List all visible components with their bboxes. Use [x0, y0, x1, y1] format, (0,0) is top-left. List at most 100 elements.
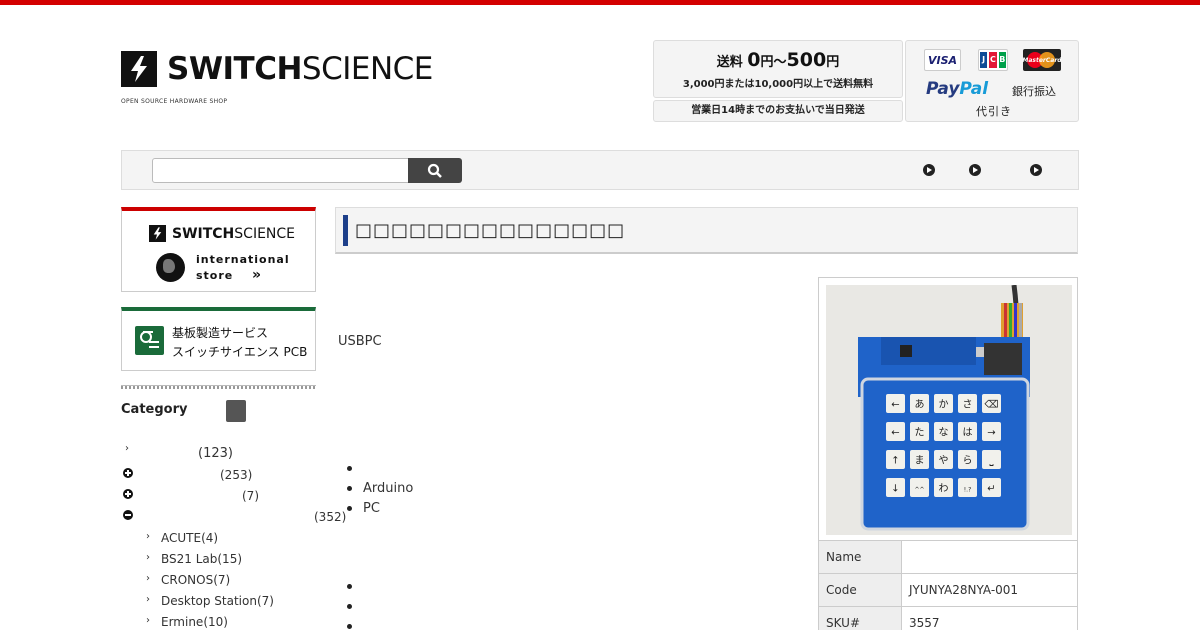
intl-banner-line2: store [196, 269, 234, 282]
category-heading: Category [121, 402, 188, 417]
site-logo[interactable]: SWITCHSCIENCE [121, 51, 433, 87]
keypad-key-label: ^^ [914, 487, 924, 494]
keypad-key-label: わ [939, 483, 949, 495]
shipping-yen: 円 [826, 55, 840, 70]
keypad-key-label: ら [963, 455, 973, 467]
chevron-right-icon: › [146, 531, 150, 542]
lightning-icon [149, 225, 166, 242]
logo-wordmark: SWITCHSCIENCE [167, 51, 433, 87]
keypad-key-label: ← [891, 428, 899, 439]
keypad-key-label: ⎵ [990, 456, 994, 467]
nav-link-2-arrow-icon[interactable] [969, 164, 981, 176]
keypad-key-label: な [939, 427, 949, 439]
chevron-right-icon: › [146, 594, 150, 605]
pcb-service-banner[interactable]: 基板製造サービス スイッチサイエンス PCB [121, 307, 316, 371]
cash-on-delivery-label: 代引き [976, 105, 1012, 118]
shipping-low: 0 [747, 49, 761, 71]
lightning-icon [121, 51, 157, 87]
page-title: □□□□□□□□□□□□□□□ [355, 220, 626, 241]
mastercard-icon: MasterCard [1022, 49, 1062, 71]
shipping-yen-range: 円～ [760, 55, 787, 70]
keypad-key-label: ま [915, 455, 925, 467]
shipping-high: 500 [786, 49, 827, 71]
list-item: PC [363, 501, 380, 516]
chevron-right-icon: › [125, 443, 129, 454]
product-photo: ← あ か さ ⌫ ← た な は → ↑ ま や ら ⎵ ↓ ^^ わ!.? ↵ [826, 285, 1072, 535]
table-row: Code JYUNYA28NYA-001 [818, 573, 1078, 607]
product-title-bar: □□□□□□□□□□□□□□□ [335, 207, 1078, 254]
spec-value: JYUNYA28NYA-001 [901, 573, 1078, 607]
bank-transfer-label: 銀行振込 [1012, 85, 1056, 98]
nav-link-1-arrow-icon[interactable] [923, 164, 935, 176]
paypal-icon: PayPal [926, 79, 989, 99]
list-bullet [347, 624, 352, 629]
collapse-minus-icon[interactable] [123, 510, 133, 520]
expand-plus-icon[interactable] [123, 489, 133, 499]
category-item-count[interactable]: (253) [220, 468, 252, 482]
search-icon [427, 163, 442, 178]
list-bullet [347, 604, 352, 609]
subcategory-item[interactable]: Desktop Station(7) [161, 594, 274, 608]
category-item-count[interactable]: (352) [314, 510, 346, 524]
search-button[interactable] [408, 158, 462, 183]
nav-link-3-arrow-icon[interactable] [1030, 164, 1042, 176]
keypad-key-label: → [987, 428, 995, 439]
product-spec-table: Name Code JYUNYA28NYA-001 SKU# 3557 [818, 540, 1078, 630]
circuit-board-icon [135, 326, 164, 355]
list-bullet [347, 486, 352, 491]
table-row: Name [818, 540, 1078, 574]
chevron-right-icon: › [146, 615, 150, 626]
category-item-count[interactable]: (123) [198, 446, 233, 461]
keypad-key-label: ⌫ [984, 400, 998, 411]
keypad-key-label: ↑ [891, 456, 899, 467]
pcb-banner-line1: 基板製造サービス [172, 326, 269, 340]
pcb-banner-line2: スイッチサイエンス PCB [172, 345, 308, 359]
keypad-key-label: !.? [964, 487, 972, 494]
keypad-key-label: ↵ [987, 484, 995, 495]
keypad-key-label: ← [891, 400, 899, 411]
shipping-prefix: 送料 [716, 55, 743, 70]
list-item: Arduino [363, 481, 414, 496]
spec-key: Code [818, 573, 902, 607]
keypad-device-image: ← あ か さ ⌫ ← た な は → ↑ ま や ら ⎵ ↓ ^^ わ!.? ↵ [826, 285, 1072, 535]
keypad-key-label: た [915, 427, 925, 439]
subcategory-item[interactable]: BS21 Lab(15) [161, 552, 242, 566]
visa-icon: VISA [924, 49, 961, 71]
search-input[interactable] [152, 158, 409, 183]
keypad-key-label: か [939, 399, 949, 411]
intl-banner-line1: international [196, 253, 290, 266]
subcategory-item[interactable]: Ermine(10) [161, 615, 228, 629]
logo-tagline: OPEN SOURCE HARDWARE SHOP [121, 98, 228, 105]
free-shipping-note: 3,000円または10,000円以上で送料無料 [682, 79, 874, 90]
keypad-key-label: ↓ [891, 484, 899, 495]
title-accent-bar [343, 215, 348, 246]
table-row: SKU# 3557 [818, 606, 1078, 630]
keypad-key-label: さ [963, 399, 973, 411]
jcb-icon: JCB [978, 49, 1008, 71]
spec-value [901, 540, 1078, 574]
product-description: USBPC [338, 334, 382, 349]
shipping-fee-banner: 送料 0円～500円 3,000円または10,000円以上で送料無料 [653, 40, 903, 98]
category-toggle-button[interactable] [226, 400, 246, 422]
chevron-right-icon: › [146, 552, 150, 563]
keypad-key-label: や [939, 455, 949, 467]
same-day-shipping-note: 営業日14時までのお支払いで当日発送 [653, 100, 903, 122]
subcategory-item[interactable]: CRONOS(7) [161, 573, 230, 587]
chevron-right-icon: › [146, 573, 150, 584]
spec-value: 3557 [901, 606, 1078, 630]
international-store-banner[interactable]: SWITCHSCIENCE international store » [121, 207, 316, 292]
expand-plus-icon[interactable] [123, 468, 133, 478]
search-bar [121, 150, 1079, 190]
spec-key: SKU# [818, 606, 902, 630]
subcategory-item[interactable]: ACUTE(4) [161, 531, 218, 545]
product-image-frame[interactable]: ← あ か さ ⌫ ← た な は → ↑ ま や ら ⎵ ↓ ^^ わ!.? ↵ [818, 277, 1078, 541]
list-bullet [347, 584, 352, 589]
globe-icon [156, 253, 185, 282]
double-chevron-icon: » [252, 267, 262, 283]
category-item-count[interactable]: (7) [242, 489, 259, 503]
list-bullet [347, 466, 352, 471]
keypad-key-label: は [963, 427, 973, 439]
spec-key: Name [818, 540, 902, 574]
top-accent-bar [0, 0, 1200, 5]
payment-methods-banner: VISA JCB MasterCard PayPal 銀行振込 代引き [905, 40, 1079, 122]
